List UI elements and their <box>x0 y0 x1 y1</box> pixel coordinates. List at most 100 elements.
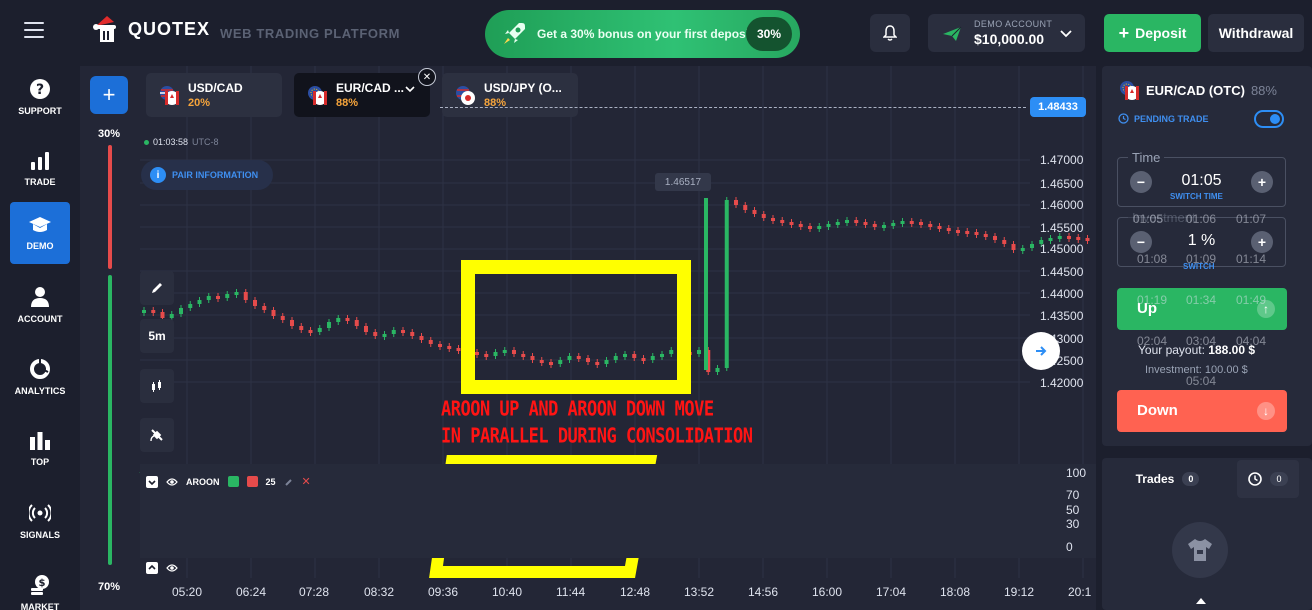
x-tick: 17:04 <box>876 585 907 599</box>
x-tick: 11:44 <box>556 585 586 599</box>
x-tick: 19:12 <box>1004 585 1035 599</box>
aroon-y-tick: 50 <box>1066 503 1080 517</box>
increase-amount-button[interactable]: + <box>1251 231 1273 253</box>
selected-pair[interactable]: EUR/CAD (OTC) 88% <box>1118 79 1277 101</box>
server-clock: 01:03:58 UTC-8 <box>144 137 219 147</box>
eye-icon[interactable] <box>166 477 178 487</box>
sentiment-sell-bar <box>108 145 112 269</box>
x-tick: 14:56 <box>748 585 779 599</box>
pair-tab-usdcad[interactable]: USD/CAD 20% <box>146 73 282 117</box>
candlestick-icon <box>152 380 161 392</box>
timeframe-button[interactable]: 5m <box>140 319 174 353</box>
aroon-header: AROON 25 ✕ <box>146 475 311 488</box>
scroll-up-icon[interactable] <box>1196 598 1206 604</box>
logo-mark-icon <box>92 14 122 44</box>
y-tick: 1.46000 <box>1040 198 1084 212</box>
switch-time-link[interactable]: SWITCH TIME <box>1170 192 1223 201</box>
question-icon: ? <box>30 79 50 99</box>
time-option[interactable]: 01:08 <box>1137 252 1167 266</box>
current-price-badge: 1.48433 <box>1030 97 1086 117</box>
menu-icon[interactable] <box>24 22 44 43</box>
draw-tool-button[interactable] <box>140 271 174 305</box>
time-option[interactable]: 05:04 <box>1186 374 1216 388</box>
trades-count: 0 <box>1182 472 1200 486</box>
sidebar-item-signals[interactable]: SIGNALS <box>10 490 70 552</box>
sidebar-item-market[interactable]: $ MARKET <box>10 562 70 610</box>
time-option[interactable]: 02:04 <box>1137 334 1167 348</box>
scroll-to-latest-button[interactable] <box>1022 332 1060 370</box>
eye-icon[interactable] <box>166 563 178 573</box>
time-option[interactable]: 01:06 <box>1186 212 1216 226</box>
time-option[interactable]: 01:34 <box>1186 293 1216 307</box>
down-button[interactable]: Down ↓ <box>1117 390 1287 432</box>
pencil-icon <box>152 283 162 293</box>
deposit-button[interactable]: + Deposit <box>1104 14 1201 52</box>
time-option[interactable]: 03:04 <box>1186 334 1216 348</box>
chevron-down-icon[interactable] <box>404 83 416 95</box>
pending-trade-toggle[interactable] <box>1254 110 1284 128</box>
y-tick: 1.47000 <box>1040 153 1084 167</box>
time-option[interactable]: 04:04 <box>1236 334 1266 348</box>
chevron-down-icon <box>1060 30 1072 38</box>
sidebar-item-top[interactable]: TOP <box>10 418 70 480</box>
time-option[interactable]: 01:07 <box>1236 212 1266 226</box>
plus-icon: + <box>1118 22 1130 43</box>
us-jp-flag-icon <box>456 86 475 105</box>
tab-history[interactable]: 0 <box>1237 460 1299 498</box>
sidebar-item-demo[interactable]: DEMO <box>10 202 70 264</box>
arrow-down-icon: ↓ <box>1257 402 1275 420</box>
close-tab-icon[interactable]: ✕ <box>418 68 436 86</box>
x-tick: 18:08 <box>940 585 971 599</box>
collapse-icon[interactable] <box>146 475 158 488</box>
pie-chart-icon <box>30 359 50 379</box>
add-pair-button[interactable]: + <box>90 76 128 114</box>
time-option[interactable]: 01:19 <box>1137 293 1167 307</box>
decrease-time-button[interactable]: − <box>1130 171 1152 193</box>
tshirt-icon <box>1188 539 1212 561</box>
withdrawal-button[interactable]: Withdrawal <box>1208 14 1304 52</box>
sidebar-item-analytics[interactable]: ANALYTICS <box>10 346 70 408</box>
notifications-button[interactable] <box>870 14 910 52</box>
tab-trades[interactable]: Trades 0 <box>1102 460 1233 498</box>
y-tick: 1.42000 <box>1040 376 1084 390</box>
aroon-down-color[interactable] <box>246 476 258 487</box>
indicators-button[interactable] <box>140 418 174 452</box>
x-tick: 06:24 <box>236 585 267 599</box>
account-selector[interactable]: DEMO ACCOUNT $10,000.00 <box>928 14 1085 52</box>
y-tick: 1.44500 <box>1040 265 1084 279</box>
settings-icon[interactable] <box>284 477 294 487</box>
pair-tab-usdjpy[interactable]: USD/JPY (O... 88% <box>442 73 578 117</box>
signal-icon <box>29 504 51 522</box>
aroon-y-tick: 70 <box>1066 488 1080 502</box>
sidebar-item-account[interactable]: ACCOUNT <box>10 274 70 336</box>
time-option[interactable]: 01:49 <box>1236 293 1266 307</box>
pair-information-button[interactable]: i PAIR INFORMATION <box>141 160 273 190</box>
history-count: 0 <box>1270 472 1288 486</box>
aroon-y-tick: 0 <box>1066 540 1073 554</box>
increase-time-button[interactable]: + <box>1251 171 1273 193</box>
time-option[interactable]: 01:05 <box>1133 212 1163 226</box>
expand-icon[interactable] <box>146 562 158 574</box>
x-tick: 16:00 <box>812 585 843 599</box>
sidebar-item-trade[interactable]: TRADE <box>10 138 70 200</box>
eu-ca-flag-icon <box>308 86 327 105</box>
x-tick: 20:1 <box>1068 585 1092 599</box>
arrow-right-icon <box>1036 346 1047 356</box>
aroon-period[interactable]: 25 <box>266 477 276 487</box>
bonus-banner[interactable]: Get a 30% bonus on your first deposit 30… <box>485 10 800 58</box>
time-option[interactable]: 01:14 <box>1236 252 1266 266</box>
platform-subtitle: WEB TRADING PLATFORM <box>220 26 401 41</box>
chart-type-button[interactable] <box>140 369 174 403</box>
aroon-y-tick: 100 <box>1066 466 1087 480</box>
decrease-amount-button[interactable]: − <box>1130 231 1152 253</box>
coins-icon: $ <box>31 575 49 595</box>
empty-trades-icon <box>1172 522 1228 578</box>
logo[interactable]: QUOTEX <box>92 14 210 44</box>
bonus-text: Get a 30% bonus on your first deposit <box>537 27 754 41</box>
sidebar-item-support[interactable]: ? SUPPORT <box>10 66 70 128</box>
current-price-line <box>440 107 1026 108</box>
remove-indicator-icon[interactable]: ✕ <box>302 475 311 488</box>
aroon-up-color[interactable] <box>227 476 239 487</box>
pair-tab-eurcad[interactable]: EUR/CAD ... 88% <box>294 73 430 117</box>
time-option[interactable]: 01:09 <box>1186 252 1216 266</box>
